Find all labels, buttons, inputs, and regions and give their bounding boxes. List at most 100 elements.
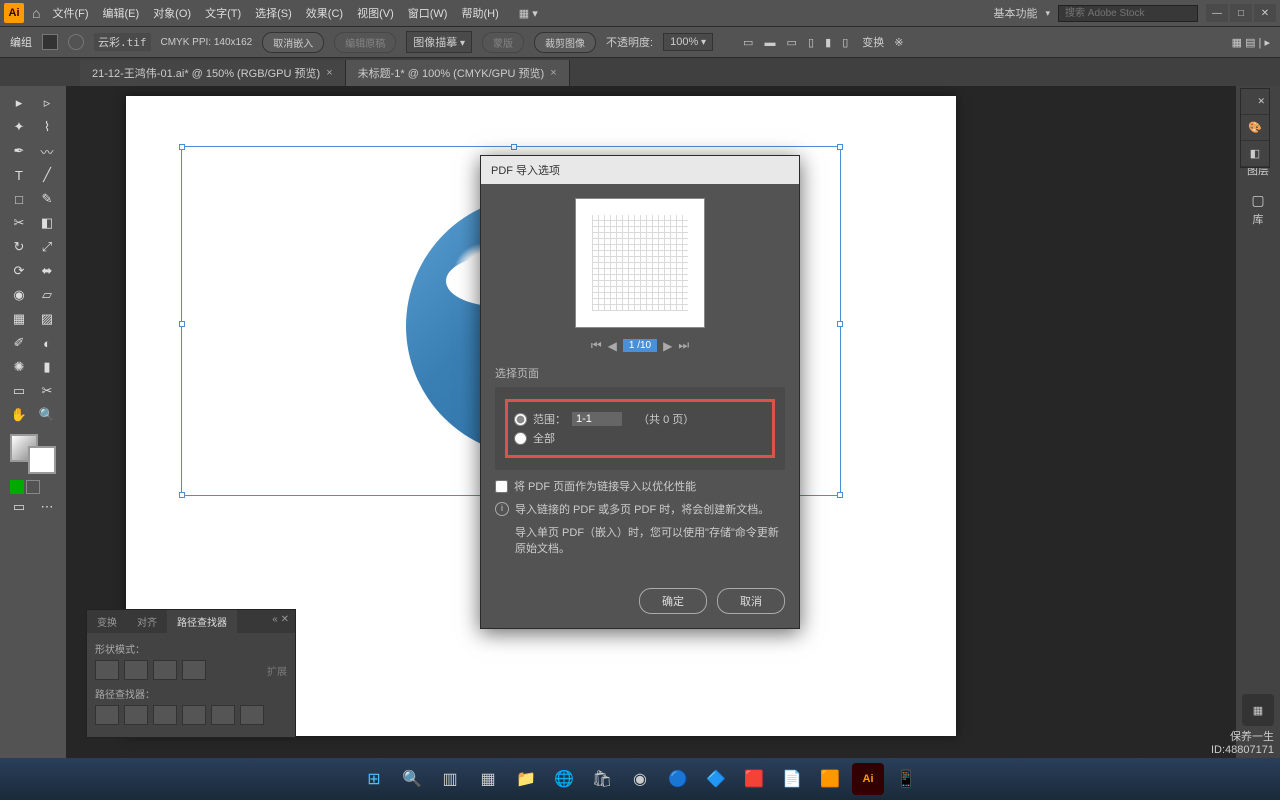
swatch-icon[interactable]: ◧ (1241, 141, 1269, 167)
tab-pathfinder[interactable]: 路径查找器 (167, 610, 237, 633)
store-icon[interactable]: 🛍 (586, 763, 618, 795)
prev-page-icon[interactable]: ◀ (608, 339, 617, 353)
app4-icon[interactable]: 📄 (776, 763, 808, 795)
range-radio[interactable] (514, 413, 527, 426)
paintbrush-tool[interactable]: ✎ (34, 188, 60, 210)
mesh-tool[interactable]: ▦ (6, 308, 32, 330)
curvature-tool[interactable]: 〰 (34, 140, 60, 162)
first-page-icon[interactable]: ⏮ (591, 338, 602, 353)
direct-selection-tool[interactable]: ▹ (34, 92, 60, 114)
minimize-button[interactable]: — (1206, 4, 1228, 22)
search-icon[interactable]: 🔍 (396, 763, 428, 795)
floating-color-panel[interactable]: ✕ 🎨 ◧ (1240, 88, 1270, 168)
close-tab-icon[interactable]: × (326, 67, 332, 79)
hand-tool[interactable]: ✋ (6, 404, 32, 426)
menu-type[interactable]: 文字(T) (205, 5, 241, 21)
rectangle-tool[interactable]: □ (6, 188, 32, 210)
start-button[interactable]: ⊞ (358, 763, 390, 795)
screen-mode[interactable]: ▭ (6, 496, 32, 518)
gradient-tool[interactable]: ▨ (34, 308, 60, 330)
app3-icon[interactable]: 🟥 (738, 763, 770, 795)
home-icon[interactable]: ⌂ (32, 5, 40, 21)
width-tool[interactable]: ⟳ (6, 260, 32, 282)
close-tab-icon[interactable]: × (550, 67, 556, 79)
perspective-tool[interactable]: ▱ (34, 284, 60, 306)
tab-doc1[interactable]: 21-12-王鸿伟-01.ai* @ 150% (RGB/GPU 预览)× (80, 60, 346, 86)
link-icon[interactable] (42, 34, 58, 50)
page-indicator[interactable]: 1 /10 (623, 339, 657, 352)
cancel-embed-button[interactable]: 取消嵌入 (262, 32, 324, 53)
shaper-tool[interactable]: ✂ (6, 212, 32, 234)
align-icons[interactable]: ▭ ▬ ▭ ▯ ▮ ▯ (743, 36, 852, 49)
app5-icon[interactable]: 🟧 (814, 763, 846, 795)
close-button[interactable]: ✕ (1254, 4, 1276, 22)
widgets-icon[interactable]: ▦ (472, 763, 504, 795)
crop-image-button[interactable]: 裁剪图像 (534, 32, 596, 53)
magic-wand-tool[interactable]: ✦ (6, 116, 32, 138)
eraser-tool[interactable]: ◧ (34, 212, 60, 234)
column-graph-tool[interactable]: ▮ (34, 356, 60, 378)
menu-view[interactable]: 视图(V) (357, 5, 394, 21)
task-view-icon[interactable]: ▥ (434, 763, 466, 795)
intersect-button[interactable] (153, 660, 177, 680)
rotate-tool[interactable]: ↻ (6, 236, 32, 258)
stroke-color[interactable] (28, 446, 56, 474)
tab-align[interactable]: 对齐 (127, 610, 167, 633)
line-tool[interactable]: ╱ (34, 164, 60, 186)
edit-toolbar[interactable]: ⋯ (34, 496, 60, 518)
minus-back-button[interactable] (240, 705, 264, 725)
app-icon[interactable]: 🔵 (662, 763, 694, 795)
tab-transform[interactable]: 变换 (87, 610, 127, 633)
chrome-icon[interactable]: ◉ (624, 763, 656, 795)
cancel-button[interactable]: 取消 (717, 588, 785, 614)
close-icon[interactable]: ✕ (1241, 89, 1269, 115)
isolate-icon[interactable]: ※ (894, 36, 903, 49)
explorer-icon[interactable]: 📁 (510, 763, 542, 795)
symbol-sprayer-tool[interactable]: ✺ (6, 356, 32, 378)
free-transform-tool[interactable]: ⬌ (34, 260, 60, 282)
scale-tool[interactable]: ⤢ (34, 236, 60, 258)
grad-mode[interactable] (42, 480, 56, 494)
type-tool[interactable]: T (6, 164, 32, 186)
maximize-button[interactable]: □ (1230, 4, 1252, 22)
artboard-tool[interactable]: ▭ (6, 380, 32, 402)
edge-icon[interactable]: 🌐 (548, 763, 580, 795)
merge-button[interactable] (153, 705, 177, 725)
menu-object[interactable]: 对象(O) (153, 5, 191, 21)
color-picker[interactable] (10, 434, 56, 474)
all-radio[interactable] (514, 432, 527, 445)
blend-tool[interactable]: ◐ (34, 332, 60, 354)
shape-builder-tool[interactable]: ◉ (6, 284, 32, 306)
search-stock-input[interactable] (1058, 5, 1198, 22)
minus-front-button[interactable] (124, 660, 148, 680)
exclude-button[interactable] (182, 660, 206, 680)
outline-button[interactable] (211, 705, 235, 725)
link-import-checkbox[interactable] (495, 480, 508, 493)
transform-label[interactable]: 变换 (862, 34, 884, 50)
illustrator-taskbar-icon[interactable]: Ai (852, 763, 884, 795)
menu-effect[interactable]: 效果(C) (306, 5, 343, 21)
embed-icon[interactable] (68, 34, 84, 50)
workspace-switcher[interactable]: 基本功能 (993, 5, 1037, 21)
zoom-tool[interactable]: 🔍 (34, 404, 60, 426)
menu-window[interactable]: 窗口(W) (408, 5, 448, 21)
next-page-icon[interactable]: ▶ (663, 339, 672, 353)
expand-button[interactable]: 扩展 (267, 663, 287, 678)
color-icon[interactable]: 🎨 (1241, 115, 1269, 141)
crop-button[interactable] (182, 705, 206, 725)
app6-icon[interactable]: 📱 (890, 763, 922, 795)
image-trace-dropdown[interactable]: 图像描摹 ▾ (406, 31, 472, 53)
range-input[interactable] (572, 412, 622, 426)
lasso-tool[interactable]: ⌇ (34, 116, 60, 138)
menu-select[interactable]: 选择(S) (255, 5, 292, 21)
pen-tool[interactable]: ✒ (6, 140, 32, 162)
panel-close-icon[interactable]: « ✕ (266, 610, 295, 633)
eyedropper-tool[interactable]: ✐ (6, 332, 32, 354)
trim-button[interactable] (124, 705, 148, 725)
menu-help[interactable]: 帮助(H) (461, 5, 498, 21)
libraries-panel-tab[interactable]: ▢库 (1251, 192, 1264, 227)
opacity-input[interactable]: 100% ▾ (663, 33, 713, 51)
ok-button[interactable]: 确定 (639, 588, 707, 614)
last-page-icon[interactable]: ⏭ (678, 338, 689, 353)
menu-edit[interactable]: 编辑(E) (103, 5, 140, 21)
